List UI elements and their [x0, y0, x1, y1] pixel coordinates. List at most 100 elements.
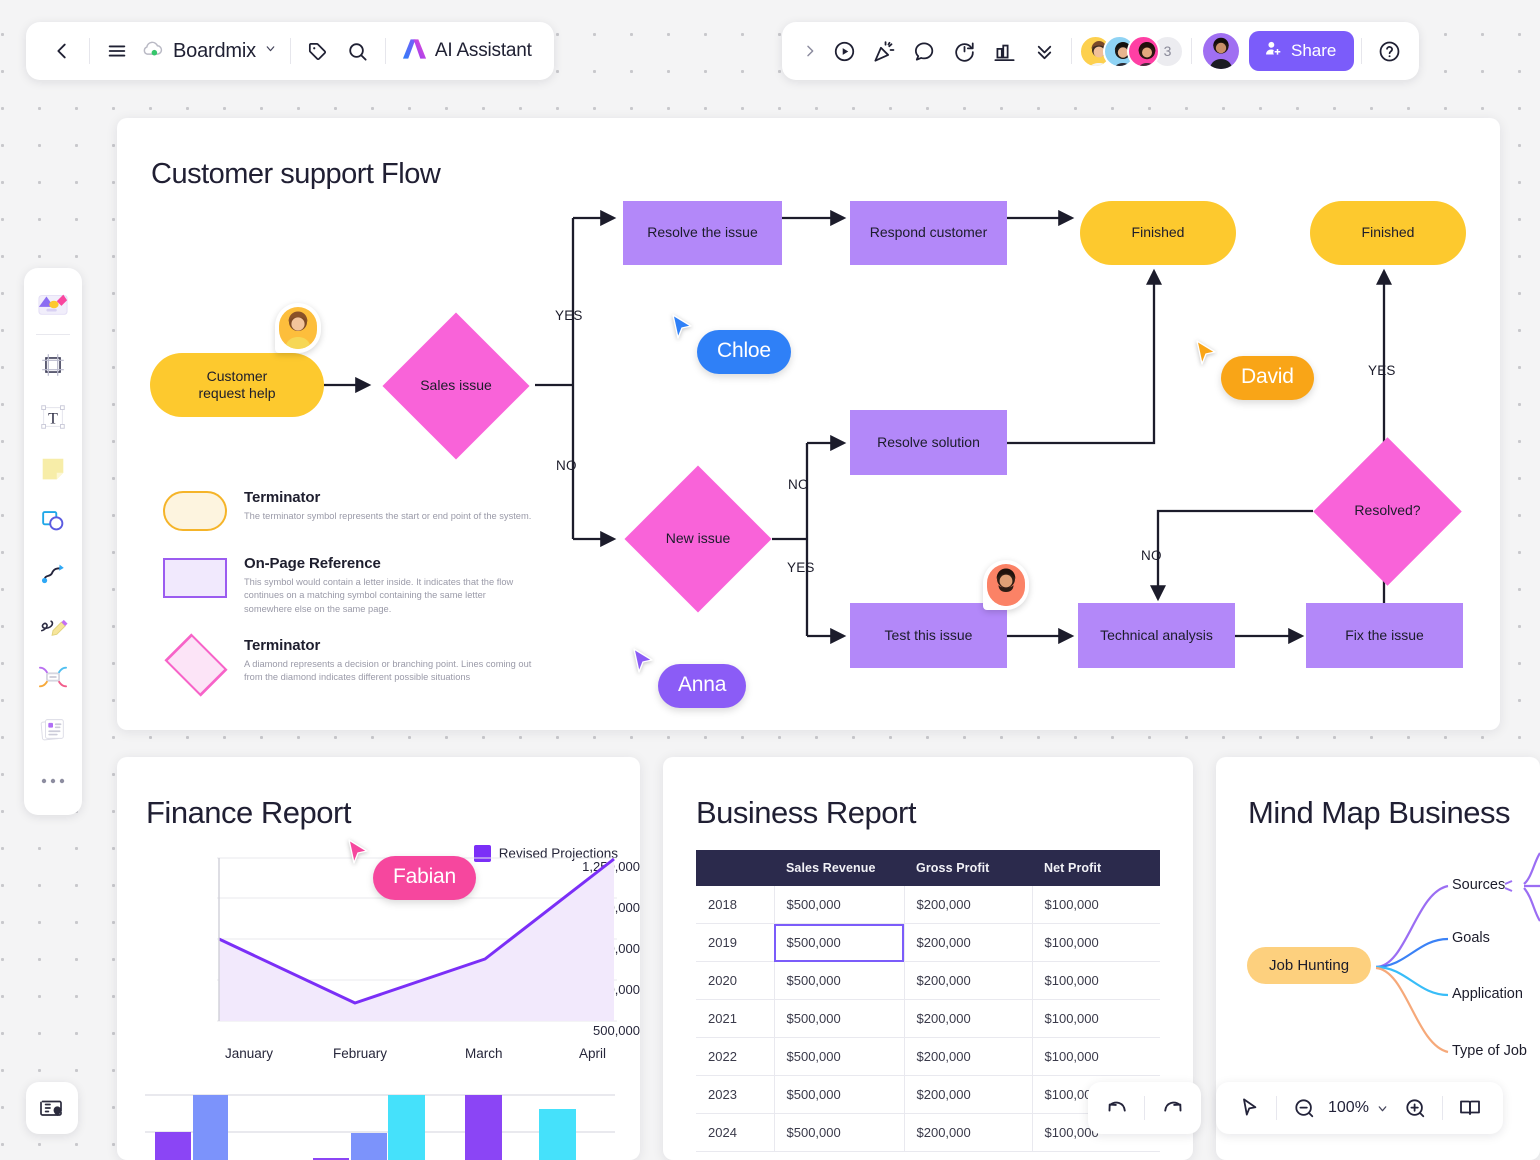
ai-logo-icon — [401, 37, 428, 66]
mind-map-leaf-goals[interactable]: Goals — [1452, 930, 1490, 946]
shapes-icon[interactable] — [30, 495, 76, 547]
document-icon[interactable] — [30, 703, 76, 755]
text-icon[interactable]: T — [30, 391, 76, 443]
cell-gross-profit[interactable]: $200,000 — [904, 924, 1032, 962]
connector-icon[interactable] — [30, 547, 76, 599]
flow-node-customer-request-help[interactable]: Customer request help — [150, 353, 324, 417]
zoom-out-icon[interactable] — [1283, 1088, 1325, 1128]
pointer-cursor-icon[interactable] — [1228, 1088, 1270, 1128]
zoom-in-icon[interactable] — [1394, 1088, 1436, 1128]
column-header-sales-revenue[interactable]: Sales Revenue — [774, 850, 904, 886]
flow-node-resolve-solution[interactable]: Resolve solution — [850, 410, 1007, 475]
mind-map-leaf-type-of-job[interactable]: Type of Job — [1452, 1043, 1527, 1059]
cell-gross-profit[interactable]: $200,000 — [904, 1038, 1032, 1076]
pinned-avatar-comment[interactable] — [275, 303, 321, 353]
cell-sales-revenue[interactable]: $500,000 — [774, 1038, 904, 1076]
column-header-year[interactable] — [696, 850, 774, 886]
question-circle-icon[interactable] — [1369, 31, 1409, 71]
x-axis-tick: April — [579, 1046, 606, 1061]
cell-year[interactable]: 2024 — [696, 1114, 774, 1152]
expand-toolbar-button[interactable] — [796, 31, 824, 71]
cell-net-profit[interactable]: $100,000 — [1032, 924, 1160, 962]
column-header-gross-profit[interactable]: Gross Profit — [904, 850, 1032, 886]
legend-shape-terminator — [163, 491, 227, 531]
cell-gross-profit[interactable]: $200,000 — [904, 962, 1032, 1000]
tag-icon[interactable] — [298, 31, 338, 71]
vote-chart-icon[interactable] — [984, 31, 1024, 71]
cell-gross-profit[interactable]: $200,000 — [904, 1000, 1032, 1038]
table-row[interactable]: 2020 $500,000 $200,000 $100,000 — [696, 962, 1160, 1000]
mind-map-icon[interactable] — [30, 651, 76, 703]
cell-net-profit[interactable]: $100,000 — [1032, 886, 1160, 924]
table-row[interactable]: 2022 $500,000 $200,000 $100,000 — [696, 1038, 1160, 1076]
pen-icon[interactable] — [30, 599, 76, 651]
flow-node-resolve-the-issue[interactable]: Resolve the issue — [623, 201, 782, 265]
table-row[interactable]: 2019 $500,000 $200,000 $100,000 — [696, 924, 1160, 962]
cell-net-profit[interactable]: $100,000 — [1032, 962, 1160, 1000]
timer-icon[interactable] — [944, 31, 984, 71]
cell-sales-revenue[interactable]: $500,000 — [774, 962, 904, 1000]
avatar[interactable] — [1127, 35, 1160, 68]
flow-node-respond-customer[interactable]: Respond customer — [850, 201, 1007, 265]
flow-node-resolved[interactable]: Resolved? — [1310, 451, 1465, 571]
cell-sales-revenue[interactable]: $500,000 — [774, 1076, 904, 1114]
cell-year[interactable]: 2018 — [696, 886, 774, 924]
cell-sales-revenue[interactable]: $500,000 — [774, 1114, 904, 1152]
frame-icon[interactable] — [30, 339, 76, 391]
cursor-arrow-icon — [671, 314, 693, 340]
more-tools-icon[interactable] — [1024, 31, 1064, 71]
cell-year[interactable]: 2019 — [696, 924, 774, 962]
party-popper-icon[interactable] — [864, 31, 904, 71]
flow-node-fix-the-issue[interactable]: Fix the issue — [1306, 603, 1463, 668]
back-button[interactable] — [42, 31, 82, 71]
cell-net-profit[interactable]: $100,000 — [1032, 1038, 1160, 1076]
flow-node-label: Customer request help — [198, 368, 275, 403]
chevron-down-icon[interactable] — [1372, 1088, 1394, 1128]
more-tools-icon[interactable] — [30, 755, 76, 807]
cell-net-profit[interactable]: $100,000 — [1032, 1000, 1160, 1038]
mind-map-leaf-application[interactable]: Application — [1452, 986, 1523, 1002]
flow-node-finished-1[interactable]: Finished — [1080, 201, 1236, 265]
pinned-avatar-comment[interactable] — [983, 560, 1029, 610]
templates-icon[interactable] — [30, 278, 76, 330]
edge-label-resolved-yes: YES — [1368, 363, 1396, 378]
flow-node-sales-issue[interactable]: Sales issue — [377, 327, 535, 445]
mind-map-leaf-sources[interactable]: Sources — [1452, 877, 1505, 893]
board-name-dropdown[interactable]: Boardmix — [137, 40, 283, 63]
sticky-note-icon[interactable] — [30, 443, 76, 495]
open-book-icon[interactable] — [1449, 1088, 1491, 1128]
flow-node-test-this-issue[interactable]: Test this issue — [850, 603, 1007, 668]
undo-arrow-icon[interactable] — [1096, 1088, 1138, 1128]
comment-bubble-icon[interactable] — [904, 31, 944, 71]
redo-arrow-icon[interactable] — [1151, 1088, 1193, 1128]
edge-label-resolved-no: NO — [1141, 548, 1162, 563]
flow-node-label: Technical analysis — [1100, 627, 1213, 645]
present-icon[interactable] — [824, 31, 864, 71]
flow-node-finished-2[interactable]: Finished — [1310, 201, 1466, 265]
cell-year[interactable]: 2020 — [696, 962, 774, 1000]
table-row[interactable]: 2018 $500,000 $200,000 $100,000 — [696, 886, 1160, 924]
mind-map-root-node[interactable]: Job Hunting — [1247, 947, 1371, 984]
flow-node-new-issue[interactable]: New issue — [624, 480, 772, 598]
flow-node-label: Finished — [1362, 224, 1415, 242]
zoom-level-value[interactable]: 100% — [1325, 1099, 1372, 1117]
collaborator-cursor-anna: Anna — [632, 648, 746, 708]
ai-assistant-button[interactable]: AI Assistant — [393, 37, 540, 66]
current-user-avatar[interactable] — [1203, 33, 1239, 69]
cell-gross-profit[interactable]: $200,000 — [904, 1114, 1032, 1152]
cell-gross-profit[interactable]: $200,000 — [904, 1076, 1032, 1114]
hamburger-menu-icon[interactable] — [97, 31, 137, 71]
cell-sales-revenue[interactable]: $500,000 — [774, 886, 904, 924]
column-header-net-profit[interactable]: Net Profit — [1032, 850, 1160, 886]
cell-year[interactable]: 2022 — [696, 1038, 774, 1076]
share-button[interactable]: Share — [1249, 31, 1354, 71]
flow-node-technical-analysis[interactable]: Technical analysis — [1078, 603, 1235, 668]
search-icon[interactable] — [338, 31, 378, 71]
cell-gross-profit[interactable]: $200,000 — [904, 886, 1032, 924]
cell-sales-revenue-selected[interactable]: $500,000 — [774, 924, 904, 962]
cell-sales-revenue[interactable]: $500,000 — [774, 1000, 904, 1038]
locate-board-icon[interactable] — [31, 1088, 73, 1128]
cell-year[interactable]: 2021 — [696, 1000, 774, 1038]
cell-year[interactable]: 2023 — [696, 1076, 774, 1114]
table-row[interactable]: 2021 $500,000 $200,000 $100,000 — [696, 1000, 1160, 1038]
